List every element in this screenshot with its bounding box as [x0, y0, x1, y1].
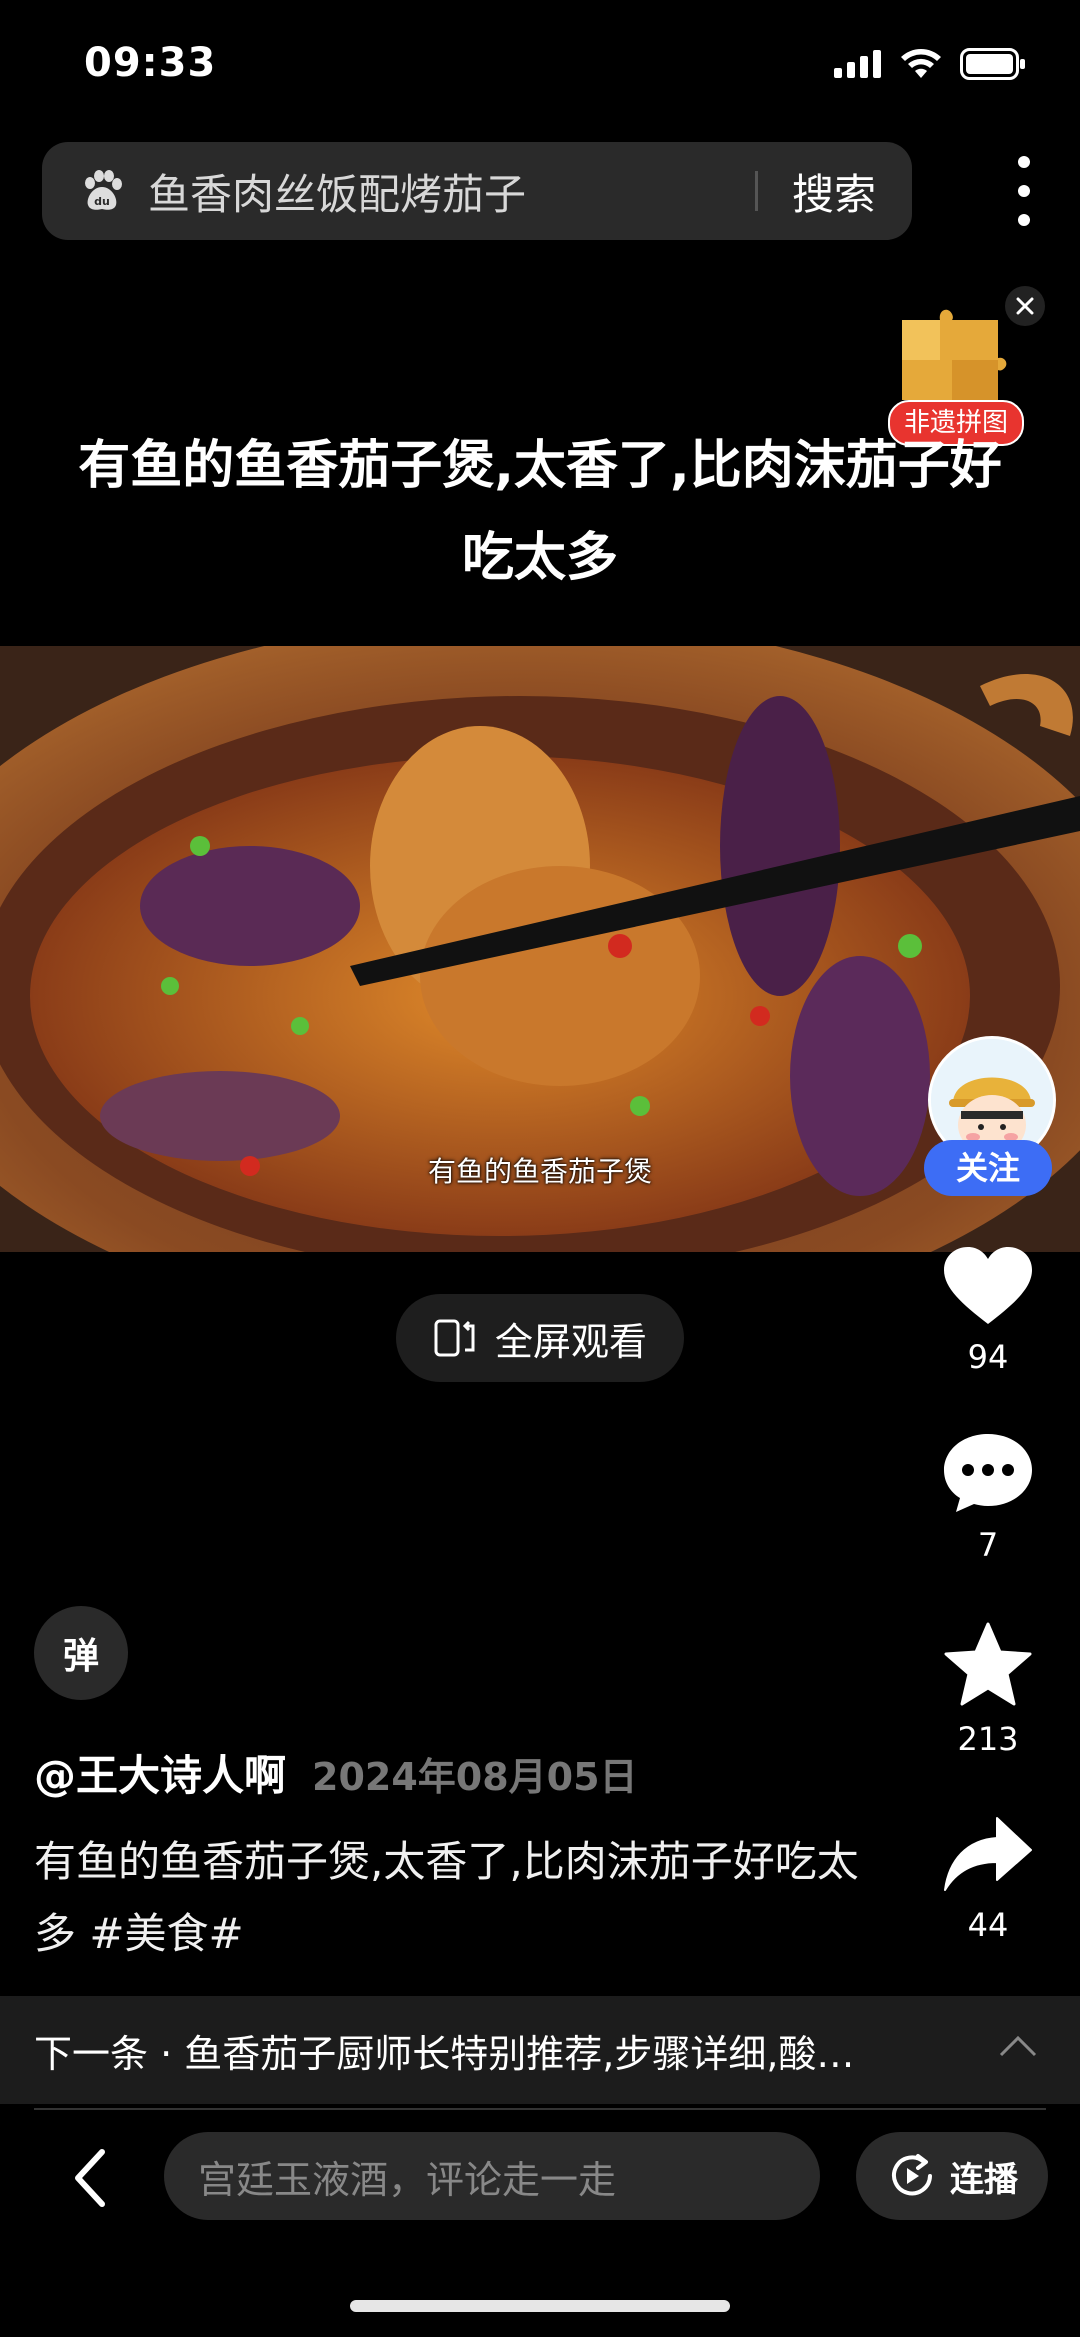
comment-input[interactable]: 宫廷玉液酒，评论走一走: [164, 2132, 820, 2220]
video-title: 有鱼的鱼香茄子煲,太香了,比肉沫茄子好吃太多: [78, 436, 1002, 588]
comment-placeholder: 宫廷玉液酒，评论走一走: [198, 2157, 617, 2202]
autoplay-button[interactable]: 连播: [856, 2132, 1048, 2220]
search-divider: [754, 171, 758, 211]
follow-button[interactable]: 关注: [924, 1140, 1052, 1196]
wifi-icon: [901, 49, 941, 78]
favorite-count: 213: [957, 1720, 1019, 1758]
share-count: 44: [967, 1906, 1009, 1944]
baidu-paw-icon: du: [85, 170, 122, 210]
battery-icon: [960, 48, 1025, 80]
fullscreen-label: 全屏观看: [494, 1319, 647, 1364]
rotate-screen-icon: [434, 1319, 475, 1357]
chevron-up-icon[interactable]: [998, 2034, 1038, 2058]
search-button[interactable]: 搜索: [792, 161, 876, 222]
more-options-button[interactable]: [1012, 156, 1036, 226]
puzzle-icon: [902, 309, 1007, 400]
like-count: 94: [967, 1338, 1009, 1376]
fullscreen-button[interactable]: 全屏观看: [396, 1294, 684, 1382]
autoplay-icon: [892, 2154, 932, 2196]
back-chevron-icon[interactable]: [72, 2148, 112, 2208]
danmaku-label: 弹: [62, 1636, 99, 1677]
danmaku-toggle[interactable]: 弹: [34, 1606, 128, 1700]
svg-text:du: du: [94, 195, 110, 208]
more-dot-icon: [1018, 214, 1030, 226]
post-meta: @王大诗人啊 2024年08月05日: [34, 1742, 638, 1803]
status-icons: [834, 48, 1026, 80]
search-bar[interactable]: du 鱼香肉丝饭配烤茄子 搜索: [42, 142, 912, 240]
video-subtitle: 有鱼的鱼香茄子煲: [427, 1155, 652, 1188]
post-description: 有鱼的鱼香茄子煲,太香了,比肉沫茄子好吃太多 #美食#: [34, 1837, 859, 1958]
share-button[interactable]: 44: [930, 1814, 1046, 1944]
search-query[interactable]: 鱼香肉丝饭配烤茄子: [148, 161, 755, 222]
post-date: 2024年08月05日: [312, 1755, 638, 1799]
like-button[interactable]: 94: [930, 1246, 1046, 1376]
author-name[interactable]: @王大诗人啊: [34, 1742, 286, 1803]
close-badge-button[interactable]: [1005, 286, 1045, 326]
autoplay-label: 连播: [950, 2159, 1018, 2200]
heart-icon: [944, 1247, 1032, 1324]
more-dot-icon: [1018, 185, 1030, 197]
home-indicator[interactable]: [350, 2300, 730, 2312]
comment-icon: [944, 1434, 1032, 1512]
comment-button[interactable]: 7: [930, 1432, 1046, 1564]
star-icon: [944, 1622, 1032, 1706]
more-dot-icon: [1018, 156, 1030, 168]
comment-count: 7: [977, 1526, 999, 1564]
favorite-button[interactable]: 213: [930, 1622, 1046, 1758]
share-arrow-icon: [944, 1817, 1032, 1891]
status-time: 09:33: [84, 40, 217, 86]
next-video-text: 下一条 · 鱼香茄子厨师长特别推荐,步骤详细,酸…: [34, 2031, 855, 2076]
next-video-bar[interactable]: 下一条 · 鱼香茄子厨师长特别推荐,步骤详细,酸…: [0, 1996, 1080, 2104]
close-icon: [1016, 297, 1034, 315]
divider: [34, 2108, 1046, 2110]
signal-icon: [834, 50, 881, 78]
